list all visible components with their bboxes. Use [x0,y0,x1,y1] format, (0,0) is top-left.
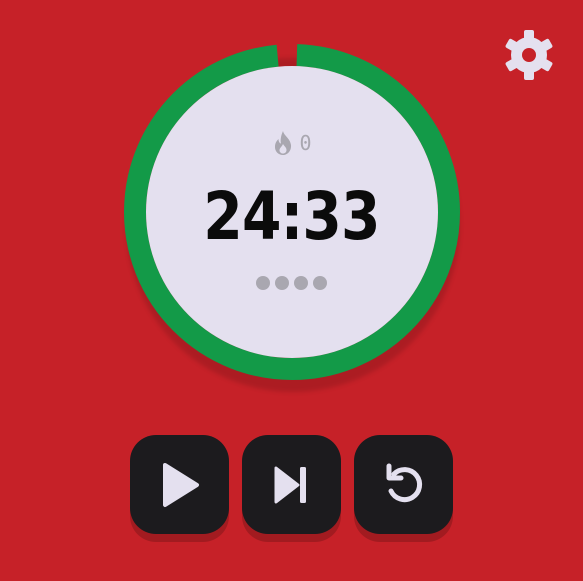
streak-count: 0 [299,131,312,155]
session-dot [294,276,308,290]
session-dots [0,276,583,290]
reset-button[interactable] [354,435,453,534]
skip-button[interactable] [242,435,341,534]
play-icon [162,462,199,507]
flame-icon [275,131,292,155]
session-dot [256,276,270,290]
session-dot [275,276,289,290]
play-button[interactable] [130,435,229,534]
time-remaining: 24:33 [203,178,380,255]
gear-icon [505,30,553,80]
skip-next-icon [274,466,306,503]
reset-icon [386,463,422,502]
session-dot [313,276,327,290]
streak-indicator: 0 [0,130,583,156]
control-bar [0,435,583,534]
settings-button[interactable] [502,28,556,82]
